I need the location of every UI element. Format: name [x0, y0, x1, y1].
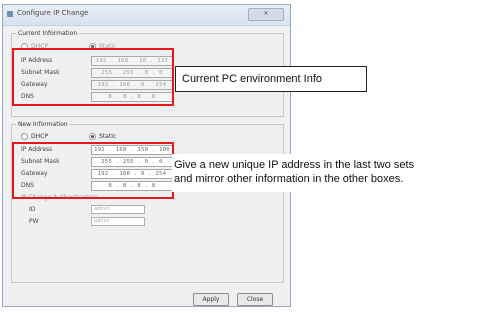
new-info-callout-line2: and mirror other information in the othe… — [174, 173, 404, 185]
radio-selected-icon — [89, 133, 96, 140]
current-info-callout: Current PC environment Info — [175, 66, 367, 92]
current-information-legend: Current Information — [18, 30, 78, 37]
current-info-highlight — [12, 48, 174, 106]
apply-button[interactable]: Apply — [193, 293, 229, 306]
new-info-callout-line1: Give a new unique IP address in the last… — [174, 159, 415, 171]
pw-label: PW — [29, 218, 39, 225]
title-bar: Configure IP Change ✕ — [3, 5, 290, 26]
window-title: Configure IP Change — [17, 9, 89, 17]
current-info-callout-text: Current PC environment Info — [182, 73, 323, 85]
app-icon — [7, 11, 13, 17]
new-static-radio[interactable]: Static — [89, 133, 116, 140]
id-input[interactable]: admin — [91, 205, 145, 214]
close-button[interactable]: Close — [237, 293, 273, 306]
new-dhcp-radio[interactable]: DHCP — [21, 133, 48, 140]
pw-input[interactable]: admin — [91, 217, 145, 226]
new-information-legend: New Information — [18, 121, 68, 128]
new-info-callout: Give a new unique IP address in the last… — [172, 154, 492, 192]
radio-icon — [21, 133, 28, 140]
window-close-button[interactable]: ✕ — [248, 8, 284, 21]
id-label: ID — [29, 206, 36, 213]
new-info-highlight — [12, 142, 174, 199]
